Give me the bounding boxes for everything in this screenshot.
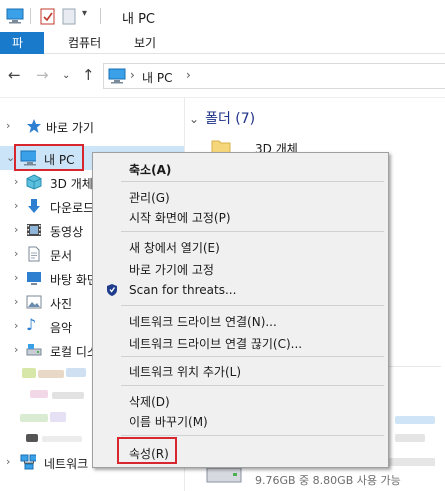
breadcrumb-separator[interactable]: › [130, 68, 135, 82]
section-title: 폴더 (7) [205, 111, 256, 127]
drive-icon [26, 344, 42, 356]
blurred-item [395, 416, 435, 424]
expand-chevron-icon[interactable]: › [14, 319, 18, 332]
address-bar[interactable]: › 내 PC › [103, 63, 445, 89]
sidebar-item-quick-access[interactable]: › 바로 가기 [0, 114, 184, 138]
menu-item-label: 삭제(D) [129, 395, 170, 409]
film-icon [27, 224, 41, 236]
navigation-bar: ← → ⌄ ↑ › 내 PC › [0, 54, 445, 98]
toolbar-divider [30, 8, 31, 24]
menu-item-manage[interactable]: 관리(G) [95, 185, 386, 207]
sidebar-item-label: 동영상 [50, 225, 84, 239]
computer-icon [6, 8, 24, 24]
cube-icon [26, 174, 42, 190]
blurred-item [38, 370, 64, 378]
menu-separator [121, 435, 384, 436]
menu-item-map-network-drive[interactable]: 네트워크 드라이브 연결(N)... [95, 309, 386, 331]
tab-view[interactable]: 보기 [122, 32, 168, 54]
menu-item-label: 관리(G) [129, 191, 170, 205]
tab-file[interactable]: 파일 [0, 32, 44, 72]
shield-icon [107, 284, 117, 296]
expand-chevron-icon[interactable]: › [14, 295, 18, 308]
menu-item-label: 새 창에서 열기(E) [129, 241, 220, 255]
blurred-item [22, 368, 36, 378]
expand-chevron-icon[interactable]: › [14, 247, 18, 260]
sidebar-item-label: 다운로드 [50, 201, 95, 215]
expand-chevron-icon[interactable]: › [6, 119, 10, 132]
back-arrow-icon[interactable]: ← [8, 66, 21, 84]
menu-separator [121, 385, 384, 386]
highlight-box-properties [117, 437, 177, 464]
window-title: 내 PC [122, 12, 156, 27]
breadcrumb-separator[interactable]: › [186, 68, 191, 82]
download-arrow-icon [28, 199, 40, 213]
blurred-item [52, 392, 84, 399]
properties-check-icon[interactable] [40, 7, 56, 25]
menu-item-label: 네트워크 드라이브 연결(N)... [129, 315, 277, 329]
tab-computer[interactable]: 컴퓨터 [56, 32, 113, 54]
menu-item-delete[interactable]: 삭제(D) [95, 389, 386, 411]
menu-item-pin-quick-access[interactable]: 바로 가기에 고정 [95, 257, 386, 279]
document-icon [28, 246, 40, 262]
sidebar-item-label: 문서 [50, 249, 73, 263]
expand-chevron-icon[interactable]: › [14, 223, 18, 236]
breadcrumb-this-pc[interactable]: 내 PC [142, 69, 172, 86]
computer-icon [108, 68, 126, 84]
blurred-item [26, 434, 38, 442]
menu-item-label: 네트워크 드라이브 연결 끊기(C)... [129, 337, 303, 351]
drive-free-space: 9.76GB 중 8.80GB 사용 가능 [255, 474, 401, 487]
sidebar-item-label: 바탕 화면 [50, 273, 98, 287]
sidebar-item-label: 네트워크 [44, 457, 89, 471]
menu-item-label: Scan for threats... [129, 283, 237, 297]
sidebar-item-label: 사진 [50, 297, 73, 311]
star-icon [27, 119, 41, 133]
blurred-item [66, 368, 86, 377]
expand-chevron-icon[interactable]: › [14, 271, 18, 284]
up-arrow-icon[interactable]: ↑ [82, 66, 95, 84]
menu-item-label: 시작 화면에 고정(P) [129, 211, 231, 225]
expand-chevron-icon[interactable]: › [6, 455, 10, 468]
desktop-icon [27, 272, 41, 285]
new-folder-icon[interactable] [62, 7, 76, 25]
menu-separator [121, 181, 384, 182]
highlight-box-this-pc [14, 144, 84, 171]
context-menu: 축소(A) 관리(G) 시작 화면에 고정(P) 새 창에서 열기(E) 바로 … [92, 152, 389, 468]
music-note-icon: ♪ [26, 315, 37, 334]
menu-item-rename[interactable]: 이름 바꾸기(M) [95, 409, 386, 431]
blurred-item [20, 414, 48, 422]
menu-item-scan-threats[interactable]: Scan for threats... [95, 279, 386, 301]
menu-item-add-network-location[interactable]: 네트워크 위치 추가(L) [95, 359, 386, 381]
network-icon [20, 454, 36, 470]
recent-locations-chevron-icon[interactable]: ⌄ [62, 70, 70, 81]
ribbon-tabs: 파일 컴퓨터 보기 [0, 32, 445, 72]
menu-item-disconnect-network-drive[interactable]: 네트워크 드라이브 연결 끊기(C)... [95, 331, 386, 353]
menu-item-pin-to-start[interactable]: 시작 화면에 고정(P) [95, 205, 386, 227]
menu-separator [121, 231, 384, 232]
menu-item-label: 축소(A) [129, 163, 172, 177]
menu-item-open-new-window[interactable]: 새 창에서 열기(E) [95, 235, 386, 257]
expand-chevron-icon[interactable]: › [14, 199, 18, 212]
menu-item-collapse[interactable]: 축소(A) [95, 157, 386, 179]
sidebar-item-label: 음악 [50, 321, 73, 335]
expand-chevron-icon[interactable]: › [14, 175, 18, 188]
title-bar: ▾ 내 PC [0, 0, 445, 32]
quick-access-dropdown-icon[interactable]: ▾ [82, 8, 87, 19]
sidebar-item-label: 바로 가기 [46, 121, 94, 135]
sidebar-item-label: 3D 개체 [50, 177, 93, 191]
menu-separator [121, 356, 384, 357]
forward-arrow-icon[interactable]: → [36, 66, 49, 84]
title-divider [100, 8, 101, 24]
menu-item-label: 이름 바꾸기(M) [129, 415, 208, 429]
collapse-chevron-icon[interactable]: ⌄ [189, 112, 199, 126]
blurred-item [395, 434, 425, 442]
menu-item-label: 네트워크 위치 추가(L) [129, 365, 241, 379]
blurred-item [30, 390, 48, 398]
menu-item-label: 바로 가기에 고정 [129, 263, 214, 277]
folders-section-header[interactable]: ⌄ 폴더 (7) [189, 108, 255, 128]
blurred-item [42, 436, 82, 442]
picture-icon [26, 295, 42, 309]
expand-chevron-icon[interactable]: › [14, 343, 18, 356]
menu-separator [121, 305, 384, 306]
blurred-item [50, 412, 66, 422]
